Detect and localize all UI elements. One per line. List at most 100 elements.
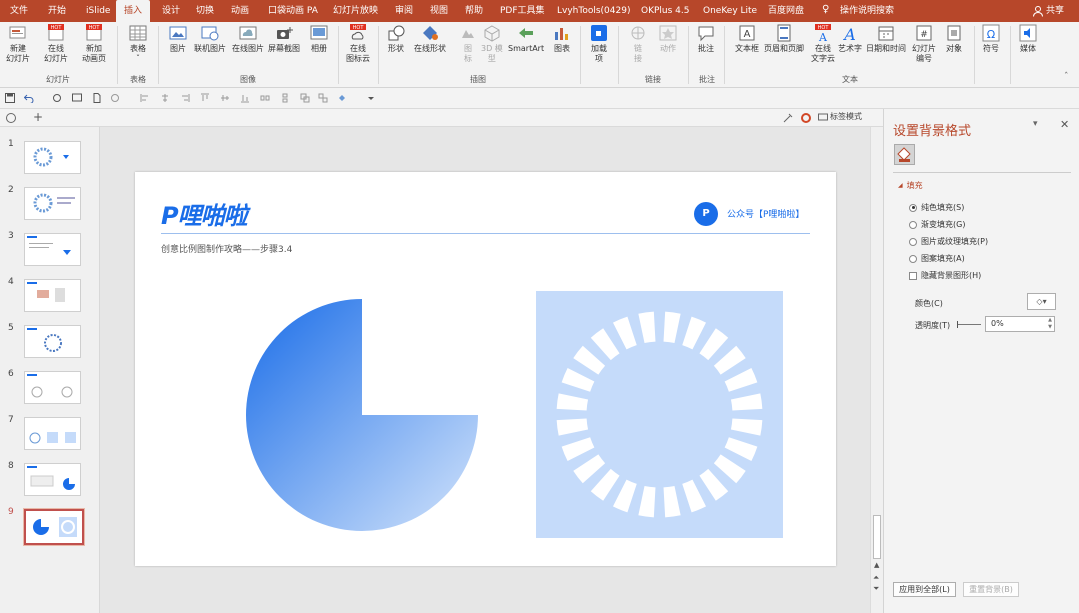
share-button[interactable]: 共享 bbox=[1032, 0, 1064, 22]
align-top-icon[interactable] bbox=[200, 93, 210, 103]
fill-color-icon[interactable] bbox=[337, 93, 347, 103]
radio-gradient-fill[interactable]: 渐变填充(G) bbox=[909, 219, 965, 230]
slide-thumbnail[interactable] bbox=[24, 417, 81, 450]
slide-thumbnail[interactable] bbox=[24, 325, 81, 358]
addins-button[interactable]: 加载项 bbox=[589, 24, 609, 64]
vertical-scrollbar[interactable]: ▲ ⏶ ⏷ bbox=[870, 127, 883, 613]
symbol-button[interactable]: Ω 符号 bbox=[981, 24, 1001, 54]
chart-button[interactable]: 图表 bbox=[552, 24, 572, 54]
pane-options-dropdown-icon[interactable]: ▾ bbox=[1033, 119, 1038, 129]
fill-section-header[interactable]: ◢ 填充 bbox=[898, 180, 923, 191]
slide[interactable]: P哩啪啦 P 公众号【P哩啪啦】 创意比例图制作攻略——步骤3.4 bbox=[135, 172, 836, 566]
scroll-thumb[interactable] bbox=[873, 515, 881, 559]
redo-icon[interactable] bbox=[52, 93, 62, 103]
align-left-icon[interactable] bbox=[140, 93, 150, 103]
layout-icon[interactable] bbox=[5, 112, 17, 124]
next-slide-icon[interactable]: ⏷ bbox=[873, 584, 879, 594]
slider-handle[interactable] bbox=[957, 321, 958, 328]
group-icon[interactable] bbox=[300, 93, 310, 103]
align-middle-icon[interactable] bbox=[220, 93, 230, 103]
magic-icon[interactable] bbox=[782, 112, 794, 124]
fill-tab-icon[interactable] bbox=[894, 144, 915, 165]
tab-12[interactable]: PDF工具集 bbox=[500, 0, 545, 22]
add-slide-plus-icon[interactable]: + bbox=[33, 110, 43, 124]
pie-chart[interactable] bbox=[245, 298, 479, 532]
align-bottom-icon[interactable] bbox=[240, 93, 250, 103]
segmented-ring[interactable] bbox=[536, 291, 783, 538]
online-shapes-button[interactable]: 在线形状 bbox=[414, 24, 446, 54]
distribute-vertical-icon[interactable] bbox=[280, 93, 290, 103]
tab-1[interactable]: 开始 bbox=[48, 0, 66, 22]
tab-16[interactable]: 百度网盘 bbox=[768, 0, 804, 22]
prev-slide-icon[interactable]: ⏶ bbox=[873, 573, 879, 583]
new-file-icon[interactable] bbox=[92, 93, 102, 103]
action-button[interactable]: 动作 bbox=[658, 24, 678, 54]
transparency-slider[interactable] bbox=[957, 321, 981, 328]
slide-thumbnail-selected[interactable] bbox=[24, 509, 84, 545]
collapse-ribbon-button[interactable]: ˆ bbox=[1064, 72, 1069, 82]
online-icon-cloud-button[interactable]: HOT 在线 图标云 bbox=[346, 24, 370, 64]
tab-14[interactable]: OKPlus 4.5 bbox=[641, 0, 689, 22]
tab-2[interactable]: iSlide bbox=[86, 0, 110, 22]
align-center-icon[interactable] bbox=[160, 93, 170, 103]
scroll-up-arrow[interactable]: ▲ bbox=[874, 561, 879, 569]
transparency-input[interactable]: 0% ▲ ▼ bbox=[985, 316, 1055, 332]
tab-7[interactable]: 口袋动画 PA bbox=[268, 0, 318, 22]
slide-number-button[interactable]: # 幻灯片 编号 bbox=[912, 24, 936, 64]
ungroup-icon[interactable] bbox=[318, 93, 328, 103]
undo-icon[interactable] bbox=[24, 93, 34, 103]
shape-icon[interactable] bbox=[110, 93, 120, 103]
slide-thumbnail[interactable] bbox=[24, 463, 81, 496]
align-right-icon[interactable] bbox=[180, 93, 190, 103]
3d-model-button[interactable]: 3D 模型 bbox=[481, 24, 503, 64]
picture-button[interactable]: 图片 bbox=[168, 24, 188, 54]
slide-thumbnail[interactable] bbox=[24, 233, 81, 266]
tab-15[interactable]: OneKey Lite bbox=[703, 0, 757, 22]
tab-6[interactable]: 动画 bbox=[231, 0, 249, 22]
textbox-button[interactable]: A 文本框 bbox=[735, 24, 759, 54]
tab-4[interactable]: 设计 bbox=[162, 0, 180, 22]
table-button[interactable]: 表格 ˇ bbox=[128, 24, 148, 64]
online-slide-button[interactable]: HOT 在线 幻灯片 bbox=[44, 24, 68, 64]
online-picture-button[interactable]: 联机图片 bbox=[194, 24, 226, 54]
shapes-button[interactable]: 形状 bbox=[386, 24, 406, 54]
start-slideshow-icon[interactable] bbox=[72, 93, 82, 103]
customize-qat-icon[interactable] bbox=[366, 93, 376, 103]
tab-10[interactable]: 视图 bbox=[430, 0, 448, 22]
object-button[interactable]: 对象 bbox=[944, 24, 964, 54]
tab-17[interactable]: 操作说明搜索 bbox=[840, 0, 894, 22]
gear-icon[interactable] bbox=[800, 112, 812, 124]
color-picker-button[interactable]: ◇▾ bbox=[1027, 293, 1056, 310]
smartart-button[interactable]: SmartArt bbox=[508, 24, 544, 54]
slide-thumbnail[interactable] bbox=[24, 187, 81, 220]
spinner-icon[interactable]: ▲ ▼ bbox=[1048, 317, 1052, 331]
new-slide-button[interactable]: 新建 幻灯片 bbox=[6, 24, 30, 64]
wordart-button[interactable]: A 艺术字 bbox=[838, 24, 862, 54]
online-wordcloud-button[interactable]: HOT A 在线 文字云 bbox=[811, 24, 835, 64]
icons-button[interactable]: 图标 bbox=[458, 24, 478, 64]
radio-picture-fill[interactable]: 图片或纹理填充(P) bbox=[909, 236, 988, 247]
animation-page-button[interactable]: HOT 新加 动画页 bbox=[82, 24, 106, 64]
album-button[interactable]: 相册 bbox=[309, 24, 329, 54]
datetime-button[interactable]: 日期和时间 bbox=[866, 24, 906, 54]
hide-background-checkbox[interactable]: 隐藏背景图形(H) bbox=[909, 270, 981, 281]
link-button[interactable]: 链接 bbox=[628, 24, 648, 64]
screenshot-button[interactable]: 屏幕截图 bbox=[268, 24, 300, 54]
slide-thumbnail[interactable] bbox=[24, 141, 81, 174]
header-footer-button[interactable]: 页眉和页脚 bbox=[764, 24, 804, 54]
tab-9[interactable]: 审阅 bbox=[395, 0, 413, 22]
tab-0[interactable]: 文件 bbox=[10, 0, 28, 22]
tab-5[interactable]: 切换 bbox=[196, 0, 214, 22]
tag-mode-toggle[interactable]: 标签模式 bbox=[818, 111, 862, 122]
online-picture2-button[interactable]: 在线图片 bbox=[232, 24, 264, 54]
tab-8[interactable]: 幻灯片放映 bbox=[333, 0, 378, 22]
apply-to-all-button[interactable]: 应用到全部(L) bbox=[893, 582, 956, 597]
tab-11[interactable]: 帮助 bbox=[465, 0, 483, 22]
comment-button[interactable]: 批注 bbox=[696, 24, 716, 54]
close-pane-icon[interactable]: ✕ bbox=[1060, 118, 1069, 131]
save-icon[interactable] bbox=[5, 93, 15, 103]
reset-background-button[interactable]: 重置背景(B) bbox=[963, 582, 1019, 597]
radio-solid-fill[interactable]: 纯色填充(S) bbox=[909, 202, 964, 213]
tab-3[interactable]: 插入 bbox=[116, 0, 151, 22]
slide-thumbnail[interactable] bbox=[24, 371, 81, 404]
